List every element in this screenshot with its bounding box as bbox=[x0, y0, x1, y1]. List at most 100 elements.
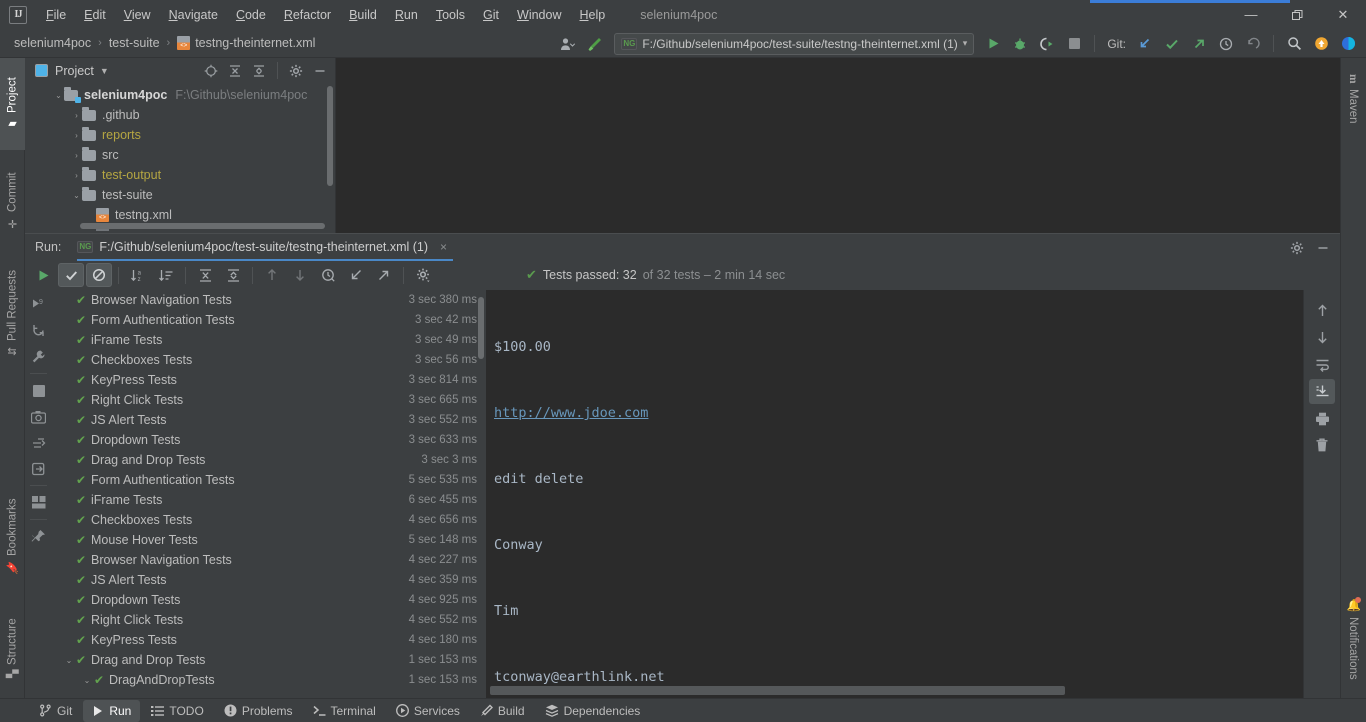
git-commit-icon[interactable] bbox=[1160, 33, 1184, 55]
chevron-right-icon[interactable]: › bbox=[71, 171, 82, 180]
sort-alphabetically-button[interactable]: az bbox=[125, 263, 151, 287]
previous-failed-test-button[interactable] bbox=[259, 263, 285, 287]
test-row[interactable]: ✔ KeyPress Tests 3 sec 814 ms bbox=[52, 370, 486, 390]
status-button-services[interactable]: Services bbox=[387, 700, 469, 722]
run-with-coverage-button[interactable] bbox=[1035, 33, 1059, 55]
rerun-automatically-icon[interactable] bbox=[27, 318, 51, 343]
close-icon[interactable]: × bbox=[440, 240, 447, 254]
tree-node-github[interactable]: › .github bbox=[25, 105, 335, 125]
test-row[interactable]: ⌄ ✔ Drag and Drop Tests 1 sec 153 ms bbox=[52, 650, 486, 670]
run-button[interactable] bbox=[981, 33, 1005, 55]
console-horizontal-scrollbar[interactable] bbox=[490, 686, 1065, 695]
menu-refactor[interactable]: Refactor bbox=[275, 4, 340, 26]
rerun-tests-button[interactable] bbox=[30, 263, 56, 287]
test-row[interactable]: ✔ Form Authentication Tests 5 sec 535 ms bbox=[52, 470, 486, 490]
menu-navigate[interactable]: Navigate bbox=[160, 4, 227, 26]
maximize-icon[interactable] bbox=[1274, 0, 1320, 29]
chevron-down-icon[interactable]: ⌄ bbox=[80, 676, 94, 685]
sidebar-item-structure[interactable]: ▚ Structure bbox=[0, 598, 25, 698]
tree-node-selenium4poc[interactable]: ⌄ selenium4poc F:\Github\selenium4poc bbox=[25, 85, 335, 105]
project-tree-horizontal-scrollbar[interactable] bbox=[80, 223, 325, 229]
run-tab[interactable]: NG F:/Github/selenium4poc/test-suite/tes… bbox=[77, 234, 454, 261]
chevron-right-icon[interactable]: › bbox=[71, 151, 82, 160]
settings-wrench-icon[interactable] bbox=[27, 344, 51, 369]
test-row[interactable]: ✔ JS Alert Tests 4 sec 359 ms bbox=[52, 570, 486, 590]
test-row[interactable]: ✔ iFrame Tests 6 sec 455 ms bbox=[52, 490, 486, 510]
update-available-icon[interactable] bbox=[1309, 33, 1333, 55]
stop-icon[interactable] bbox=[27, 378, 51, 403]
test-tree-scrollbar[interactable] bbox=[478, 297, 484, 359]
status-button-git[interactable]: Git bbox=[30, 700, 81, 722]
test-row[interactable]: ✔ Mouse Hover Tests 5 sec 148 ms bbox=[52, 530, 486, 550]
attach-process-icon[interactable] bbox=[27, 456, 51, 481]
sidebar-item-notifications[interactable]: 🔔 Notifications bbox=[1340, 580, 1366, 698]
next-failed-test-button[interactable] bbox=[287, 263, 313, 287]
sidebar-item-bookmarks[interactable]: 🔖 Bookmarks bbox=[0, 482, 25, 590]
scroll-to-end-icon[interactable] bbox=[1309, 379, 1335, 404]
breadcrumb-item-file[interactable]: testng-theinternet.xml bbox=[177, 36, 315, 50]
tree-node-test-output[interactable]: › test-output bbox=[25, 165, 335, 185]
layout-settings-icon[interactable] bbox=[27, 490, 51, 515]
tree-node-src[interactable]: › src bbox=[25, 145, 335, 165]
tree-node-test-suite[interactable]: ⌄ test-suite bbox=[25, 185, 335, 205]
test-results-tree[interactable]: ✔ Browser Navigation Tests 3 sec 380 ms … bbox=[52, 290, 486, 698]
test-row[interactable]: ✔ Right Click Tests 3 sec 665 ms bbox=[52, 390, 486, 410]
test-history-button[interactable] bbox=[315, 263, 341, 287]
test-row[interactable]: ✔ iFrame Tests 3 sec 49 ms bbox=[52, 330, 486, 350]
stop-button[interactable] bbox=[1062, 33, 1086, 55]
status-button-build[interactable]: Build bbox=[471, 700, 534, 722]
expand-all-icon[interactable] bbox=[224, 61, 246, 81]
sidebar-item-project[interactable]: ▰ Project bbox=[0, 58, 25, 150]
close-icon[interactable]: ✕ bbox=[1320, 0, 1366, 29]
project-tree-vertical-scrollbar[interactable] bbox=[327, 86, 333, 186]
test-row[interactable]: ✔ Browser Navigation Tests 4 sec 227 ms bbox=[52, 550, 486, 570]
gear-icon[interactable] bbox=[410, 263, 436, 287]
run-configuration-selector[interactable]: NG F:/Github/selenium4poc/test-suite/tes… bbox=[614, 32, 975, 55]
minimize-icon[interactable]: — bbox=[1228, 0, 1274, 29]
history-clock-icon[interactable] bbox=[1214, 33, 1238, 55]
scroll-down-icon[interactable] bbox=[1309, 325, 1335, 350]
scroll-up-icon[interactable] bbox=[1309, 298, 1335, 323]
collapse-all-button[interactable] bbox=[220, 263, 246, 287]
status-button-run[interactable]: Run bbox=[83, 699, 141, 722]
share-user-icon[interactable] bbox=[556, 33, 580, 55]
show-ignored-toggle[interactable] bbox=[86, 263, 112, 287]
sort-by-duration-button[interactable] bbox=[153, 263, 179, 287]
show-passed-toggle[interactable] bbox=[58, 263, 84, 287]
git-push-icon[interactable] bbox=[1187, 33, 1211, 55]
test-row[interactable]: ✔ JS Alert Tests 3 sec 552 ms bbox=[52, 410, 486, 430]
test-row[interactable]: ✔ Dropdown Tests 4 sec 925 ms bbox=[52, 590, 486, 610]
sidebar-item-pull-requests[interactable]: ⇵ Pull Requests bbox=[0, 254, 25, 372]
status-button-todo[interactable]: TODO bbox=[142, 700, 212, 722]
menu-code[interactable]: Code bbox=[227, 4, 275, 26]
debug-button[interactable] bbox=[1008, 33, 1032, 55]
test-row[interactable]: ✔ Checkboxes Tests 3 sec 56 ms bbox=[52, 350, 486, 370]
test-row[interactable]: ✔ Form Authentication Tests 3 sec 42 ms bbox=[52, 310, 486, 330]
chevron-down-icon[interactable]: ⌄ bbox=[62, 656, 76, 665]
breadcrumb-item-project[interactable]: selenium4poc bbox=[14, 36, 91, 50]
thread-dump-icon[interactable] bbox=[27, 430, 51, 455]
test-row[interactable]: ✔ KeyPress Tests 4 sec 180 ms bbox=[52, 630, 486, 650]
test-row[interactable]: ✔ Drag and Drop Tests 3 sec 3 ms bbox=[52, 450, 486, 470]
breadcrumb-item-folder[interactable]: test-suite bbox=[109, 36, 160, 50]
gear-icon[interactable] bbox=[1286, 238, 1308, 258]
search-icon[interactable] bbox=[1282, 33, 1306, 55]
gear-icon[interactable] bbox=[285, 61, 307, 81]
print-icon[interactable] bbox=[1309, 406, 1335, 431]
menu-run[interactable]: Run bbox=[386, 4, 427, 26]
account-avatar-icon[interactable] bbox=[1336, 33, 1360, 55]
test-row[interactable]: ✔ Dropdown Tests 3 sec 633 ms bbox=[52, 430, 486, 450]
status-button-problems[interactable]: Problems bbox=[215, 700, 302, 722]
rerun-failed-icon[interactable]: 9 bbox=[27, 292, 51, 317]
git-update-icon[interactable] bbox=[1133, 33, 1157, 55]
menu-build[interactable]: Build bbox=[340, 4, 386, 26]
sidebar-item-maven[interactable]: m Maven bbox=[1340, 58, 1366, 140]
test-row[interactable]: ✔ Right Click Tests 4 sec 552 ms bbox=[52, 610, 486, 630]
hide-panel-icon[interactable] bbox=[1312, 238, 1334, 258]
console-link[interactable]: http://www.jdoe.com bbox=[494, 405, 648, 421]
menu-help[interactable]: Help bbox=[570, 4, 614, 26]
import-test-results-button[interactable] bbox=[343, 263, 369, 287]
export-test-results-button[interactable] bbox=[371, 263, 397, 287]
tree-node-reports[interactable]: › reports bbox=[25, 125, 335, 145]
menu-tools[interactable]: Tools bbox=[427, 4, 474, 26]
